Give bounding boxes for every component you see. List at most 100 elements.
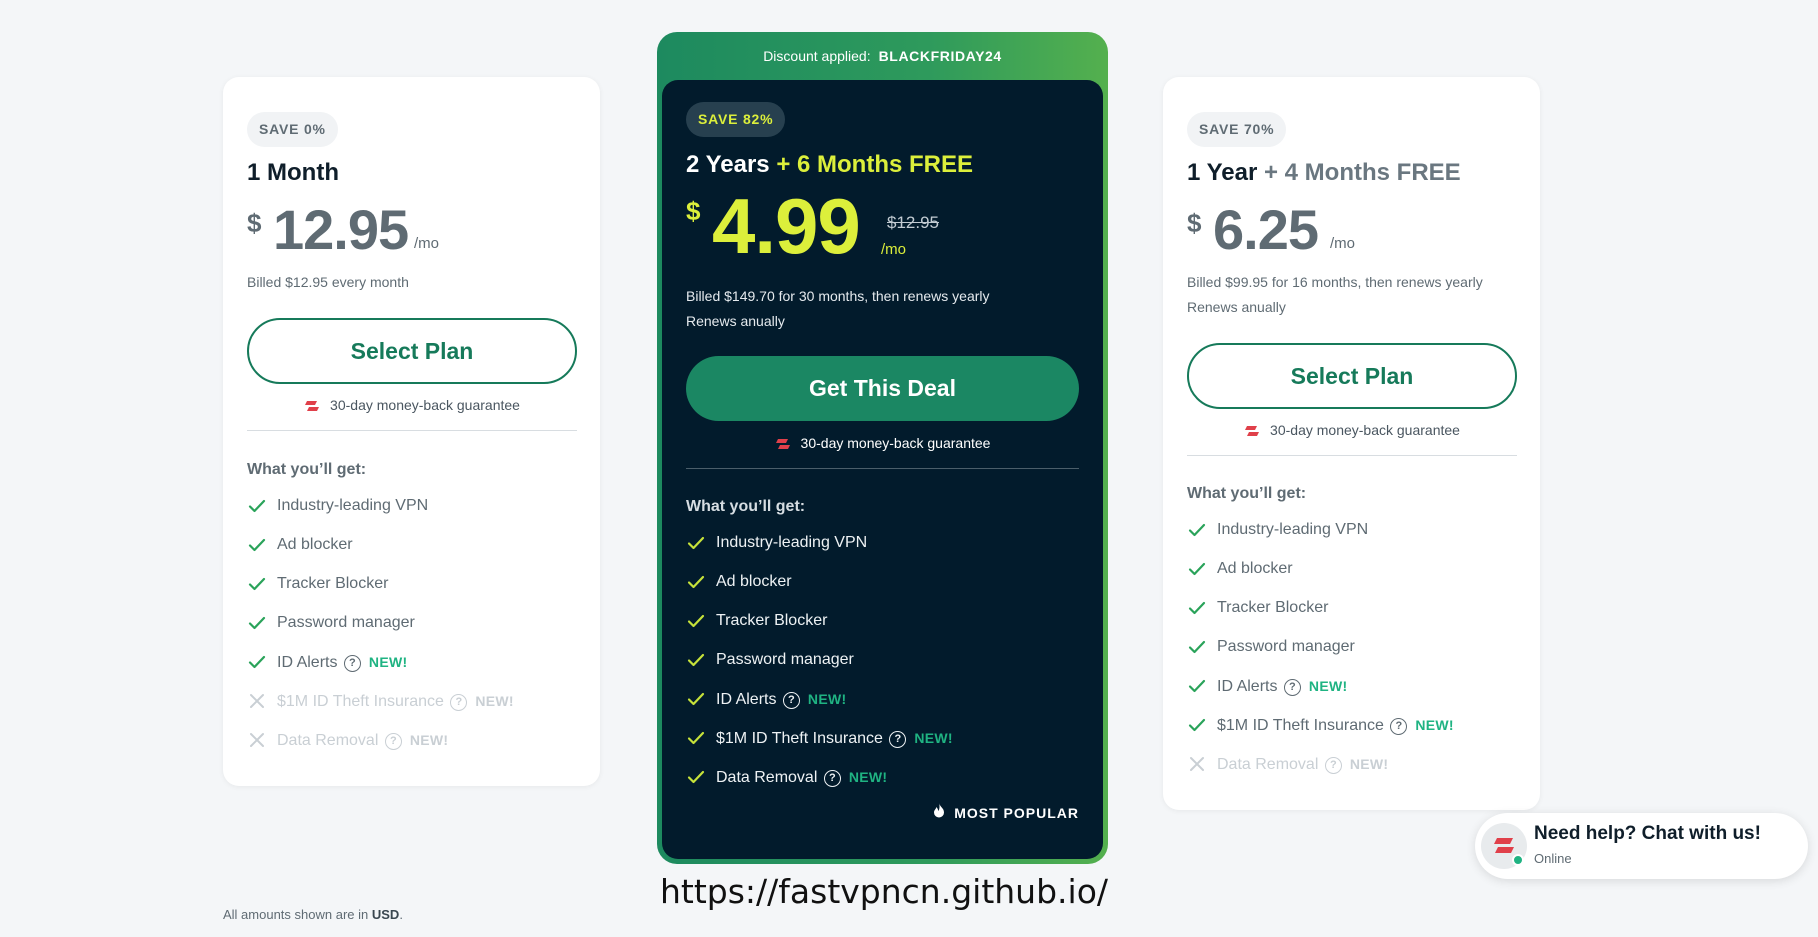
new-badge: NEW! bbox=[848, 769, 888, 785]
feature-item: Tracker Blocker bbox=[1187, 596, 1454, 635]
check-icon bbox=[686, 650, 706, 670]
check-icon bbox=[247, 496, 267, 516]
online-status-dot bbox=[1512, 854, 1524, 866]
help-circle-icon[interactable]: ? bbox=[1283, 679, 1301, 696]
new-badge: NEW! bbox=[475, 693, 514, 709]
billing-info: Billed $99.95 for 16 months, then renews… bbox=[1187, 274, 1483, 290]
shield-badge-icon bbox=[305, 401, 320, 411]
help-circle-icon[interactable]: ? bbox=[384, 733, 402, 750]
renewal-info: Renews anually bbox=[686, 313, 785, 329]
shield-badge-icon bbox=[1245, 426, 1260, 436]
new-badge: NEW! bbox=[807, 691, 847, 707]
feature-item: Ad blocker bbox=[247, 533, 514, 572]
feature-item: Data Removal ? NEW! bbox=[1187, 752, 1454, 791]
feature-label: ID Alerts bbox=[277, 654, 338, 671]
new-badge: NEW! bbox=[1415, 717, 1454, 733]
check-icon bbox=[686, 611, 706, 631]
help-circle-icon[interactable]: ? bbox=[450, 694, 468, 711]
feature-label: Password manager bbox=[1217, 638, 1355, 655]
chat-logo-icon bbox=[1494, 838, 1514, 853]
help-circle-icon[interactable]: ? bbox=[343, 655, 361, 672]
cross-icon bbox=[247, 730, 267, 750]
save-badge: SAVE 82% bbox=[686, 102, 786, 137]
new-badge: NEW! bbox=[1308, 678, 1348, 694]
feature-label: Data Removal bbox=[1217, 756, 1319, 773]
feature-label: Industry-leading VPN bbox=[277, 497, 429, 514]
select-plan-button[interactable]: Select Plan bbox=[247, 318, 577, 384]
new-badge: NEW! bbox=[409, 732, 449, 748]
features-heading: What you’ll get: bbox=[247, 461, 367, 478]
help-circle-icon[interactable]: ? bbox=[889, 731, 907, 748]
billing-info: Billed $149.70 for 30 months, then renew… bbox=[686, 288, 990, 304]
check-icon bbox=[1187, 598, 1207, 618]
feature-item: Password manager bbox=[1187, 635, 1454, 674]
check-icon bbox=[686, 533, 706, 553]
chat-widget[interactable]: Need help? Chat with us! Online bbox=[1475, 813, 1808, 879]
feature-item: $1M ID Theft Insurance ? NEW! bbox=[247, 689, 514, 728]
feature-label: Password manager bbox=[277, 614, 415, 631]
price-period: /mo bbox=[1330, 235, 1356, 252]
feature-label: Industry-leading VPN bbox=[716, 534, 868, 551]
chat-title: Need help? Chat with us! bbox=[1534, 823, 1761, 844]
check-icon bbox=[686, 689, 706, 709]
divider bbox=[1187, 455, 1517, 456]
check-icon bbox=[247, 613, 267, 633]
feature-item: Tracker Blocker bbox=[247, 572, 514, 611]
feature-item: ID Alerts ? NEW! bbox=[686, 687, 953, 726]
feature-item: Industry-leading VPN bbox=[686, 531, 953, 570]
check-icon bbox=[1187, 637, 1207, 657]
feature-item: Industry-leading VPN bbox=[247, 494, 514, 533]
feature-label: Ad blocker bbox=[1217, 560, 1293, 577]
renewal-info: Renews anually bbox=[1187, 299, 1286, 315]
feature-item: $1M ID Theft Insurance ? NEW! bbox=[686, 726, 953, 765]
check-icon bbox=[1187, 520, 1207, 540]
feature-label: Password manager bbox=[716, 651, 854, 668]
feature-item: Ad blocker bbox=[1187, 557, 1454, 596]
check-icon bbox=[247, 535, 267, 555]
feature-item: ID Alerts ? NEW! bbox=[247, 650, 514, 689]
check-icon bbox=[1187, 559, 1207, 579]
url-overlay-text: https://fastvpncn.github.io/ bbox=[660, 872, 1108, 911]
new-badge: NEW! bbox=[914, 730, 953, 746]
plan-title: 1 Month bbox=[247, 159, 339, 186]
featured-card-body: SAVE 82% 2 Years + 6 Months FREE $ 4.99 … bbox=[662, 80, 1103, 859]
discount-code: BLACKFRIDAY24 bbox=[878, 48, 1002, 64]
chat-status: Online bbox=[1534, 851, 1572, 866]
help-circle-icon[interactable]: ? bbox=[823, 770, 841, 787]
help-circle-icon[interactable]: ? bbox=[1324, 757, 1342, 774]
cross-icon bbox=[247, 691, 267, 711]
new-badge: NEW! bbox=[1349, 756, 1389, 772]
select-plan-button[interactable]: Select Plan bbox=[1187, 343, 1517, 409]
check-icon bbox=[247, 652, 267, 672]
save-badge: SAVE 0% bbox=[247, 112, 338, 147]
feature-label: $1M ID Theft Insurance bbox=[277, 693, 444, 710]
feature-label: ID Alerts bbox=[1217, 678, 1278, 695]
feature-label: Ad blocker bbox=[277, 536, 353, 553]
currency-symbol: $ bbox=[686, 196, 701, 226]
money-back-guarantee: 30-day money-back guarantee bbox=[1187, 422, 1517, 438]
new-badge: NEW! bbox=[368, 654, 408, 670]
plan-card-2-years-featured: Discount applied: BLACKFRIDAY24 SAVE 82% … bbox=[657, 32, 1108, 864]
check-icon bbox=[686, 572, 706, 592]
most-popular-label: MOST POPULAR bbox=[933, 803, 1079, 821]
feature-label: Data Removal bbox=[716, 769, 818, 786]
help-circle-icon[interactable]: ? bbox=[782, 692, 800, 709]
feature-item: Password manager bbox=[686, 648, 953, 687]
feature-label: Tracker Blocker bbox=[1217, 599, 1329, 616]
price-amount: 12.95 bbox=[273, 198, 409, 261]
money-back-guarantee: 30-day money-back guarantee bbox=[686, 435, 1079, 451]
features-list: Industry-leading VPN Ad blocker Tracker Bl… bbox=[1187, 518, 1454, 791]
shield-badge-icon bbox=[775, 439, 790, 449]
feature-label: $1M ID Theft Insurance bbox=[1217, 717, 1384, 734]
features-list: Industry-leading VPN Ad blocker Tracker Bl… bbox=[686, 531, 953, 804]
feature-label: Data Removal bbox=[277, 732, 379, 749]
help-circle-icon[interactable]: ? bbox=[1390, 718, 1408, 735]
check-icon bbox=[1187, 715, 1207, 735]
divider bbox=[686, 468, 1079, 469]
divider bbox=[247, 430, 577, 431]
price-period: /mo bbox=[881, 241, 907, 258]
get-this-deal-button[interactable]: Get This Deal bbox=[686, 356, 1079, 421]
feature-item: Industry-leading VPN bbox=[1187, 518, 1454, 557]
check-icon bbox=[686, 728, 706, 748]
plan-title: 1 Year + 4 Months FREE bbox=[1187, 159, 1461, 186]
